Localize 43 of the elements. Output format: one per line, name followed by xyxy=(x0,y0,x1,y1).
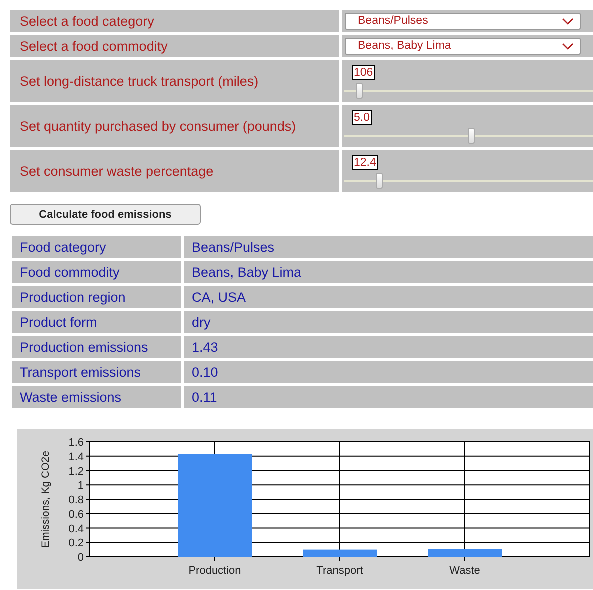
dropdown[interactable]: Beans, Baby Lima xyxy=(345,38,581,54)
field-label: Select a food commodity xyxy=(10,35,339,57)
y-tick-label: 1.4 xyxy=(68,451,84,464)
slider-thumb[interactable] xyxy=(356,83,363,99)
table-cell: Production region xyxy=(12,286,181,308)
x-axis-label: Transport xyxy=(316,565,364,577)
y-tick-label: 0.8 xyxy=(68,494,84,506)
table-cell: Production emissions xyxy=(12,336,181,358)
slider-value: 12.4 xyxy=(352,155,378,170)
slider-value: 5.0 xyxy=(352,110,372,125)
y-tick-label: 0.4 xyxy=(68,523,84,536)
table-cell: Food category xyxy=(12,236,181,258)
table-cell: Beans, Baby Lima xyxy=(184,261,593,283)
table-cell: Product form xyxy=(12,311,181,333)
y-tick-label: 1.6 xyxy=(68,437,84,449)
slider-value: 106 xyxy=(352,65,376,80)
slider-thumb[interactable] xyxy=(468,128,475,144)
chevron-icon xyxy=(562,18,574,24)
y-tick-label: 0.6 xyxy=(68,508,84,521)
table-cell: CA, USA xyxy=(184,286,593,308)
y-tick-label: 0.2 xyxy=(68,538,84,550)
table-cell: 0.11 xyxy=(184,386,593,408)
slider-label: Set quantity purchased by consumer (pounds) xyxy=(10,105,339,147)
table-cell: 1.43 xyxy=(184,336,593,358)
table-cell: dry xyxy=(184,311,593,333)
slider-label: Set long-distance truck transport (miles) xyxy=(10,60,339,102)
x-axis-label: Waste xyxy=(450,565,480,577)
table-cell: Food commodity xyxy=(12,261,181,283)
slider-label: Set consumer waste percentage xyxy=(10,150,339,192)
calculate-button[interactable]: Calculate food emissions xyxy=(10,204,201,225)
x-axis-label: Production xyxy=(188,565,242,577)
table-cell: Transport emissions xyxy=(12,361,181,383)
table-cell: Waste emissions xyxy=(12,386,181,408)
y-axis-title: Emissions, Kg CO2e xyxy=(40,451,52,548)
slider-thumb[interactable] xyxy=(376,173,383,189)
table-cell: Beans/Pulses xyxy=(184,236,593,258)
y-tick-label: 1 xyxy=(78,480,84,492)
chevron-icon xyxy=(562,42,574,50)
table-cell: 0.10 xyxy=(184,361,593,383)
y-tick-label: 0 xyxy=(78,552,84,564)
field-label: Select a food category xyxy=(10,10,339,32)
y-tick-label: 1.2 xyxy=(68,466,84,478)
dropdown[interactable]: Beans/Pulses xyxy=(345,12,581,30)
